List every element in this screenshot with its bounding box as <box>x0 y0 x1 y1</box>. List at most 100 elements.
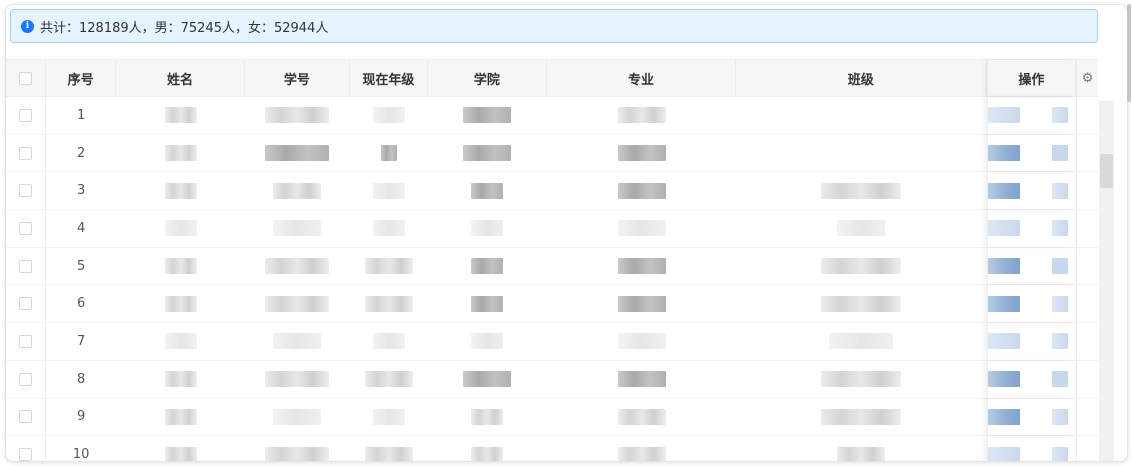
cell-major <box>547 399 736 436</box>
student-table: 序号 姓名 学号 现在年级 学院 专业 班级 操作 ⚙ 1 2 3 4 5 6 … <box>6 59 1098 461</box>
row-select-cell <box>6 210 46 247</box>
redacted-college <box>471 220 504 237</box>
header-actions: 操作 <box>986 60 1077 96</box>
action-link-more[interactable] <box>1051 446 1068 461</box>
cell-grade <box>350 323 428 360</box>
redacted-student-id <box>265 258 330 275</box>
table-vertical-scrollbar[interactable] <box>1099 101 1114 461</box>
redacted-student-id <box>265 446 330 461</box>
header-name[interactable]: 姓名 <box>116 60 245 96</box>
row-select-cell <box>6 323 46 360</box>
cell-major <box>547 248 736 285</box>
table-row[interactable]: 2 <box>6 134 1098 173</box>
header-class[interactable]: 班级 <box>736 60 987 96</box>
cell-actions <box>986 134 1077 172</box>
select-all-checkbox[interactable] <box>18 71 32 85</box>
action-link-edit[interactable] <box>987 258 1020 275</box>
row-checkbox[interactable] <box>18 108 32 122</box>
table-row[interactable]: 5 <box>6 247 1098 286</box>
cell-major <box>547 97 736 134</box>
action-link-edit[interactable] <box>987 446 1020 461</box>
cell-name <box>116 399 244 436</box>
row-select-cell <box>6 97 46 134</box>
row-checkbox[interactable] <box>18 410 32 424</box>
action-link-more[interactable] <box>1051 107 1068 124</box>
action-link-edit[interactable] <box>987 295 1020 312</box>
action-link-more[interactable] <box>1051 333 1068 350</box>
redacted-major <box>617 295 666 312</box>
action-link-edit[interactable] <box>987 182 1020 199</box>
cell-actions <box>986 285 1077 323</box>
table-row[interactable]: 8 <box>6 360 1098 399</box>
cell-college <box>428 97 547 134</box>
table-row[interactable]: 6 <box>6 285 1098 324</box>
header-index[interactable]: 序号 <box>46 60 117 96</box>
action-link-more[interactable] <box>1051 145 1068 162</box>
student-table-panel: i 共计：128189人，男：75245人，女：52944人 序号 姓名 学号 … <box>5 4 1128 462</box>
action-link-more[interactable] <box>1051 220 1068 237</box>
row-checkbox[interactable] <box>18 259 32 273</box>
row-select-cell <box>6 172 46 210</box>
cell-student-id <box>245 361 350 398</box>
action-link-more[interactable] <box>1051 182 1068 199</box>
cell-actions <box>986 172 1077 210</box>
row-checkbox[interactable] <box>18 448 32 461</box>
table-row[interactable]: 9 <box>6 398 1098 437</box>
redacted-grade <box>372 333 405 350</box>
action-link-edit[interactable] <box>987 408 1020 425</box>
redacted-grade <box>372 107 405 124</box>
cell-class <box>736 436 987 461</box>
cell-grade <box>350 436 428 461</box>
row-checkbox[interactable] <box>18 297 32 311</box>
redacted-name <box>164 182 197 199</box>
table-row[interactable]: 4 <box>6 210 1098 248</box>
table-row[interactable]: 10 <box>6 436 1098 461</box>
settings-spacer <box>1076 172 1098 210</box>
cell-name <box>116 361 244 398</box>
table-row[interactable]: 3 <box>6 172 1098 211</box>
row-checkbox[interactable] <box>18 334 32 348</box>
redacted-major <box>617 107 666 124</box>
redacted-college <box>471 295 504 312</box>
action-link-more[interactable] <box>1051 371 1068 388</box>
cell-college <box>428 323 547 360</box>
header-student-id[interactable]: 学号 <box>245 60 351 96</box>
action-link-more[interactable] <box>1051 295 1068 312</box>
redacted-grade <box>372 220 405 237</box>
cell-grade <box>350 210 428 247</box>
action-link-edit[interactable] <box>987 220 1020 237</box>
action-link-edit[interactable] <box>987 145 1020 162</box>
redacted-college <box>463 371 512 388</box>
row-checkbox[interactable] <box>18 146 32 160</box>
row-checkbox[interactable] <box>18 372 32 386</box>
action-link-edit[interactable] <box>987 107 1020 124</box>
action-link-more[interactable] <box>1051 408 1068 425</box>
cell-grade <box>350 361 428 398</box>
header-college[interactable]: 学院 <box>428 60 548 96</box>
row-checkbox[interactable] <box>18 221 32 235</box>
table-row[interactable]: 1 <box>6 97 1098 135</box>
row-checkbox[interactable] <box>18 184 32 198</box>
action-link-edit[interactable] <box>987 371 1020 388</box>
header-major[interactable]: 专业 <box>547 60 736 96</box>
action-link-edit[interactable] <box>987 333 1020 350</box>
header-grade[interactable]: 现在年级 <box>350 60 428 96</box>
cell-major <box>547 323 736 360</box>
page-scrollbar-thumb[interactable] <box>1127 4 1131 102</box>
redacted-college <box>471 408 504 425</box>
settings-spacer <box>1076 134 1098 172</box>
cell-college <box>428 361 547 398</box>
column-settings-button[interactable]: ⚙ <box>1076 60 1098 96</box>
redacted-student-id <box>273 333 322 350</box>
cell-class <box>736 210 987 247</box>
cell-grade <box>350 399 428 436</box>
cell-major <box>547 210 736 247</box>
table-row[interactable]: 7 <box>6 323 1098 361</box>
row-select-cell <box>6 247 46 285</box>
scrollbar-thumb[interactable] <box>1100 154 1113 188</box>
action-link-more[interactable] <box>1051 258 1068 275</box>
cell-student-id <box>245 210 350 247</box>
redacted-class <box>821 258 902 275</box>
redacted-major <box>617 220 666 237</box>
cell-grade <box>350 172 428 209</box>
